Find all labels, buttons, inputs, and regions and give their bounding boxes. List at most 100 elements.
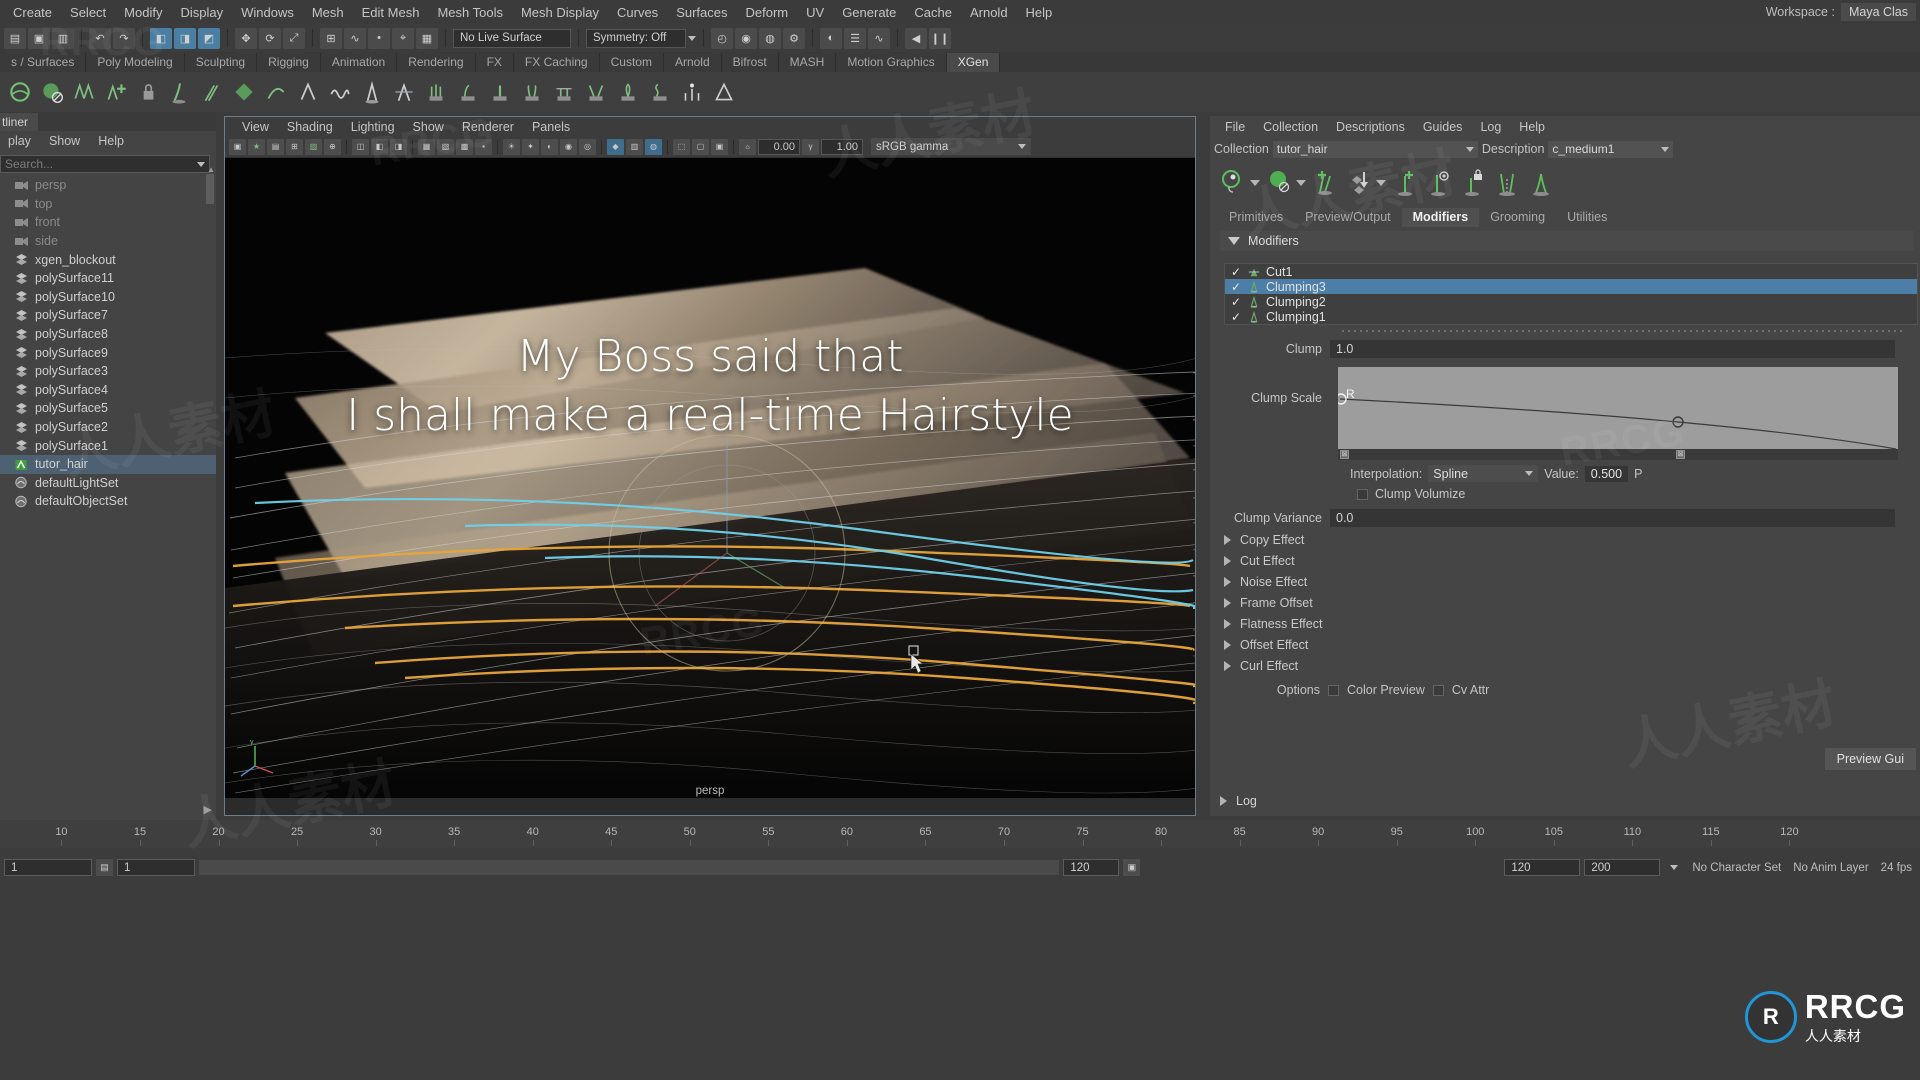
effect-row-frame-offset[interactable]: Frame Offset [1224, 595, 1920, 611]
snap-grid-icon[interactable]: ⊞ [320, 28, 342, 49]
workspace-selector[interactable]: Workspace : Maya Clas [1766, 3, 1920, 21]
grid-toggle-icon[interactable]: ⊞ [286, 139, 303, 155]
xgen-density-icon[interactable] [230, 78, 258, 106]
outliner-item-polysurface10[interactable]: polySurface10 [0, 288, 216, 307]
cv-attr-checkbox[interactable] [1433, 685, 1444, 696]
move-guide-chevron-down-icon[interactable] [1376, 180, 1386, 186]
clump-variance-input[interactable]: 0.0 [1330, 509, 1895, 527]
depth-of-field-icon[interactable]: ◍ [645, 139, 662, 155]
use-all-lights-icon[interactable]: ✦ [522, 139, 539, 155]
tab-primitives[interactable]: Primitives [1218, 208, 1294, 227]
lock-guide-icon[interactable] [1458, 167, 1488, 199]
save-scene-icon[interactable]: ▥ [52, 28, 74, 49]
xgen-groom-length-icon[interactable] [486, 78, 514, 106]
xgen-comb-icon[interactable] [262, 78, 290, 106]
effect-row-cut-effect[interactable]: Cut Effect [1224, 553, 1920, 569]
hypershade-icon[interactable]: ◐ [820, 28, 842, 49]
xgen-menu-file[interactable]: File [1216, 118, 1254, 136]
use-default-lighting-icon[interactable]: ☀ [503, 139, 520, 155]
xgen-menu-descriptions[interactable]: Descriptions [1327, 118, 1414, 136]
anim-layer-label[interactable]: No Anim Layer [1789, 862, 1872, 874]
xgen-groom-width-icon[interactable] [518, 78, 546, 106]
guide-preview-icon[interactable] [1218, 167, 1248, 199]
preview-guides-button[interactable]: Preview Gui [1825, 748, 1916, 770]
ipr-render-icon[interactable]: ◍ [759, 28, 781, 49]
outliner-scroll-down-arrow-icon[interactable]: ▶ [204, 803, 212, 816]
xgen-lock-icon[interactable] [134, 78, 162, 106]
camera-attributes-icon[interactable]: ▤ [267, 139, 284, 155]
ramp-handle-left[interactable]: ⊠ [1340, 450, 1349, 459]
playback-pause-icon[interactable]: ❙❙ [929, 28, 951, 49]
range-lock-icon[interactable]: ▣ [1123, 859, 1140, 876]
effect-row-curl-effect[interactable]: Curl Effect [1224, 658, 1920, 674]
outliner-item-polysurface5[interactable]: polySurface5 [0, 399, 216, 418]
collection-dropdown[interactable]: tutor_hair [1273, 141, 1478, 158]
workspace-value[interactable]: Maya Clas [1841, 3, 1916, 21]
xgen-cut-icon[interactable] [390, 78, 418, 106]
image-plane-icon[interactable]: ▨ [305, 139, 322, 155]
modifier-item-clumping2[interactable]: ✓Clumping2 [1225, 294, 1917, 309]
snap-projection-icon[interactable]: ⌖ [392, 28, 414, 49]
menu-item-windows[interactable]: Windows [232, 2, 303, 23]
snap-view-plane-icon[interactable]: ▦ [416, 28, 438, 49]
xray-icon[interactable]: ▧ [437, 139, 454, 155]
clump-value-input[interactable]: 1.0 [1330, 340, 1895, 358]
xgen-add-desc-icon[interactable] [102, 78, 130, 106]
log-section-header[interactable]: Log [1220, 794, 1257, 808]
shelf-tab-fx-caching[interactable]: FX Caching [514, 53, 600, 72]
shelf-tab-fx[interactable]: FX [476, 53, 514, 72]
select-camera-icon[interactable]: ▣ [229, 139, 246, 155]
xgen-clump-icon[interactable] [358, 78, 386, 106]
viewport-menu-view[interactable]: View [233, 118, 278, 136]
menu-item-cache[interactable]: Cache [905, 2, 961, 23]
xgen-groom-brush-icon[interactable] [422, 78, 450, 106]
color-space-chevron-down-icon[interactable] [1018, 144, 1026, 149]
clump-volumize-checkbox[interactable] [1357, 489, 1368, 500]
tab-utilities[interactable]: Utilities [1556, 208, 1618, 227]
shelf-tab-rendering[interactable]: Rendering [397, 53, 475, 72]
paint-select-icon[interactable]: ◩ [198, 28, 220, 49]
scale-tool-icon[interactable]: ⤢ [283, 28, 305, 49]
outliner-item-defaultobjectset[interactable]: defaultObjectSet [0, 492, 216, 511]
current-frame-input[interactable]: 1 [4, 859, 92, 876]
outliner-item-polysurface9[interactable]: polySurface9 [0, 343, 216, 362]
playback-options-icon[interactable]: ▤ [96, 859, 113, 876]
undo-icon[interactable]: ↶ [89, 28, 111, 49]
tab-modifiers[interactable]: Modifiers [1402, 208, 1480, 227]
snap-point-icon[interactable]: • [368, 28, 390, 49]
modifiers-section-header[interactable]: Modifiers [1220, 231, 1914, 251]
xray-active-components-icon[interactable]: ▪ [475, 139, 492, 155]
tab-preview-output[interactable]: Preview/Output [1294, 208, 1401, 227]
exposure-value[interactable]: 0.00 [758, 139, 800, 155]
select-tool-icon[interactable]: ◧ [150, 28, 172, 49]
ambient-occlusion-icon[interactable]: ◉ [560, 139, 577, 155]
xray-joints-icon[interactable]: ▩ [456, 139, 473, 155]
anim-end-input[interactable]: 200 [1584, 859, 1660, 876]
menu-item-mesh-tools[interactable]: Mesh Tools [428, 2, 512, 23]
modifier-item-clumping1[interactable]: ✓Clumping1 [1225, 309, 1917, 324]
modifier-checkbox[interactable]: ✓ [1231, 295, 1242, 309]
interpolation-chevron-down-icon[interactable] [1525, 471, 1533, 476]
shadows-icon[interactable]: ◐ [541, 139, 558, 155]
shelf-tab-mash[interactable]: MASH [779, 53, 837, 72]
menu-item-create[interactable]: Create [4, 2, 61, 23]
menu-item-display[interactable]: Display [171, 2, 232, 23]
effect-row-offset-effect[interactable]: Offset Effect [1224, 637, 1920, 653]
description-dropdown[interactable]: c_medium1 [1548, 141, 1673, 158]
menu-item-edit-mesh[interactable]: Edit Mesh [353, 2, 429, 23]
lasso-tool-icon[interactable]: ◨ [174, 28, 196, 49]
xgen-bake-icon[interactable] [710, 78, 738, 106]
menu-item-mesh-display[interactable]: Mesh Display [512, 2, 608, 23]
symmetry-chevron-down-icon[interactable] [688, 36, 696, 41]
outliner-toggle-icon[interactable]: ☰ [844, 28, 866, 49]
render-settings-icon[interactable]: ⚙ [783, 28, 805, 49]
outliner-scroll-up-arrow-icon[interactable]: ▲ [207, 165, 215, 174]
density-icon[interactable] [1264, 167, 1294, 199]
viewport-menu-lighting[interactable]: Lighting [342, 118, 404, 136]
modifier-checkbox[interactable]: ✓ [1231, 265, 1242, 279]
outliner-item-top[interactable]: top [0, 195, 216, 214]
outliner-item-xgen-blockout[interactable]: xgen_blockout [0, 250, 216, 269]
outliner-tab-label[interactable]: tliner [0, 113, 38, 131]
gamma-value[interactable]: 1.00 [821, 139, 863, 155]
log-expand-triangle-icon[interactable] [1220, 796, 1227, 806]
